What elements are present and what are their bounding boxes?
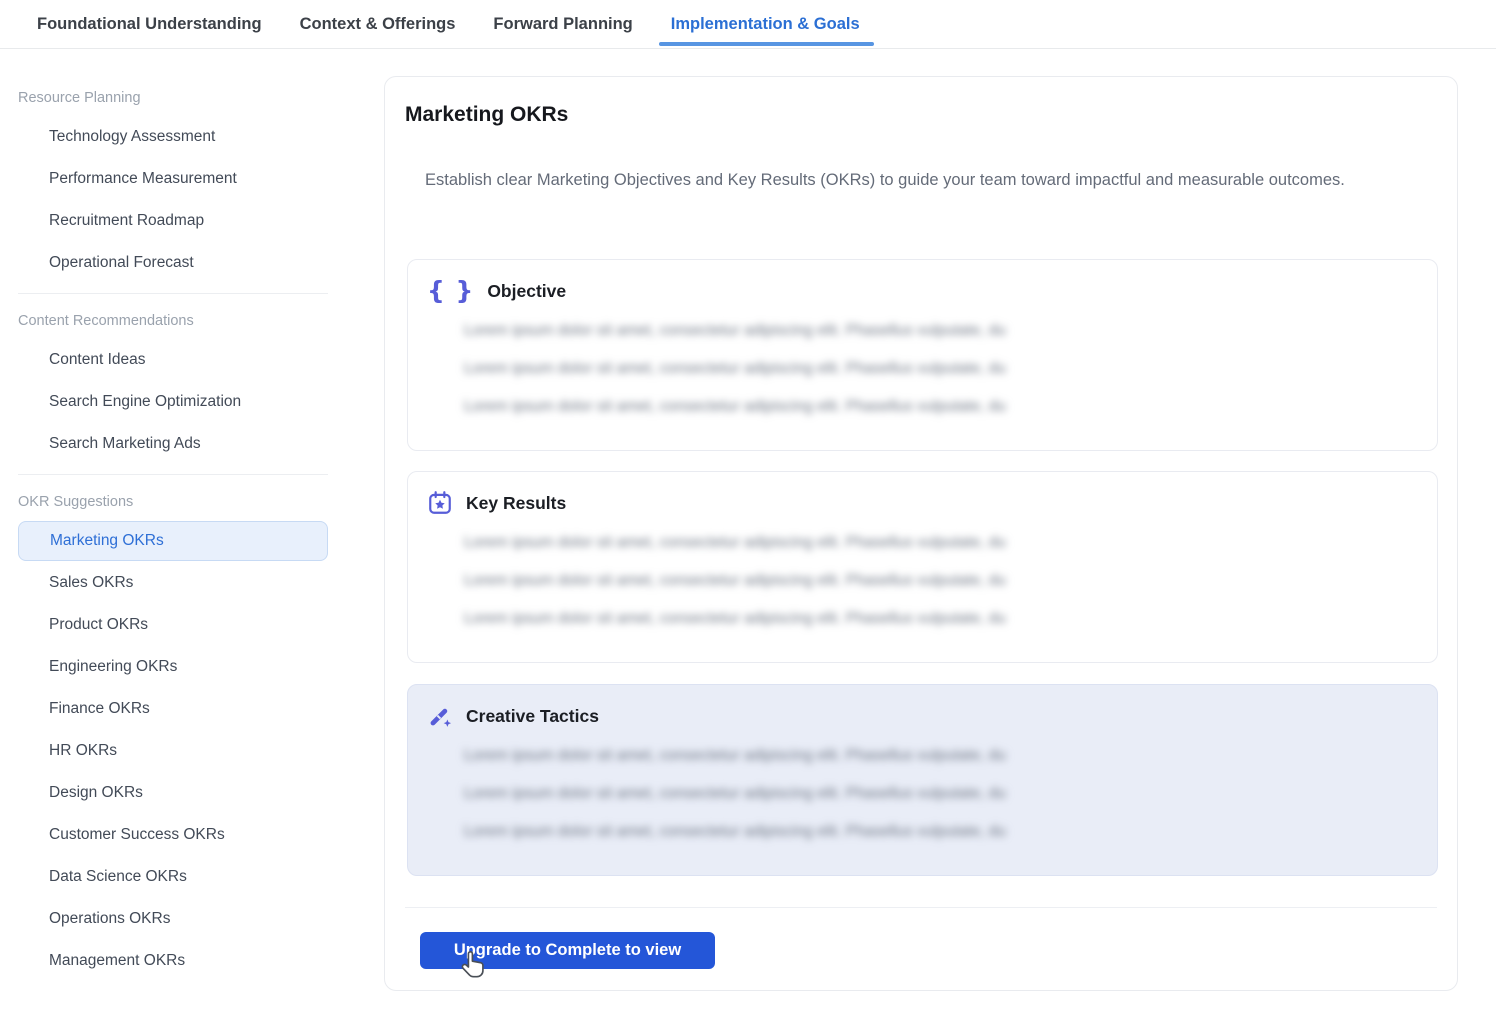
- sidebar: Resource Planning Technology Assessment …: [18, 80, 328, 982]
- screen: Foundational Understanding Context & Off…: [0, 0, 1496, 1012]
- panel-footer-divider: [405, 907, 1437, 908]
- blurred-text-line: Lorem ipsum dolor sit amet, consectetur …: [464, 610, 1186, 627]
- sidebar-item-operations-okrs[interactable]: Operations OKRs: [18, 898, 328, 940]
- sidebar-item-finance-okrs[interactable]: Finance OKRs: [18, 688, 328, 730]
- blurred-text-line: Lorem ipsum dolor sit amet, consectetur …: [464, 360, 1186, 377]
- tab-label: Context & Offerings: [300, 15, 456, 34]
- sidebar-item-data-science-okrs[interactable]: Data Science OKRs: [18, 856, 328, 898]
- upgrade-button[interactable]: Upgrade to Complete to view: [420, 932, 715, 969]
- card-header: Creative Tactics: [427, 703, 599, 729]
- blurred-text-line: Lorem ipsum dolor sit amet, consectetur …: [464, 398, 1186, 415]
- blurred-text-line: Lorem ipsum dolor sit amet, consectetur …: [464, 823, 1186, 840]
- sidebar-item-search-marketing-ads[interactable]: Search Marketing Ads: [18, 423, 328, 465]
- tab-context-offerings[interactable]: Context & Offerings: [300, 0, 456, 48]
- tab-label: Forward Planning: [493, 15, 632, 34]
- magic-pen-icon: [427, 703, 453, 729]
- card-header: Key Results: [427, 490, 566, 516]
- sidebar-divider: [18, 293, 328, 294]
- blurred-content: Lorem ipsum dolor sit amet, consectetur …: [464, 747, 1186, 861]
- sidebar-section-resource-planning: Resource Planning: [18, 80, 328, 116]
- sidebar-item-management-okrs[interactable]: Management OKRs: [18, 940, 328, 982]
- blurred-text-line: Lorem ipsum dolor sit amet, consectetur …: [464, 534, 1186, 551]
- blurred-text-line: Lorem ipsum dolor sit amet, consectetur …: [464, 572, 1186, 589]
- sidebar-item-performance-measurement[interactable]: Performance Measurement: [18, 158, 328, 200]
- sidebar-item-operational-forecast[interactable]: Operational Forecast: [18, 242, 328, 284]
- objective-card: { } Objective Lorem ipsum dolor sit amet…: [407, 259, 1438, 451]
- sidebar-section-content-recommendations: Content Recommendations: [18, 303, 328, 339]
- card-header: { } Objective: [427, 278, 566, 304]
- sidebar-item-content-ideas[interactable]: Content Ideas: [18, 339, 328, 381]
- sidebar-item-engineering-okrs[interactable]: Engineering OKRs: [18, 646, 328, 688]
- sidebar-item-design-okrs[interactable]: Design OKRs: [18, 772, 328, 814]
- blurred-text-line: Lorem ipsum dolor sit amet, consectetur …: [464, 785, 1186, 802]
- tab-forward-planning[interactable]: Forward Planning: [493, 0, 632, 48]
- page-description: Establish clear Marketing Objectives and…: [425, 165, 1365, 195]
- sidebar-item-product-okrs[interactable]: Product OKRs: [18, 604, 328, 646]
- tab-implementation-goals[interactable]: Implementation & Goals: [671, 0, 860, 48]
- top-tab-bar: Foundational Understanding Context & Off…: [0, 0, 1496, 49]
- sidebar-item-sales-okrs[interactable]: Sales OKRs: [18, 562, 328, 604]
- creative-tactics-card: Creative Tactics Lorem ipsum dolor sit a…: [407, 684, 1438, 876]
- tab-label: Foundational Understanding: [37, 15, 262, 34]
- active-tab-underline: [659, 42, 874, 46]
- tab-label: Implementation & Goals: [671, 15, 860, 34]
- sidebar-item-search-engine-optimization[interactable]: Search Engine Optimization: [18, 381, 328, 423]
- sidebar-section-okr-suggestions: OKR Suggestions: [18, 484, 328, 520]
- card-title-objective: Objective: [487, 281, 566, 302]
- card-title-creative-tactics: Creative Tactics: [466, 706, 599, 727]
- main-panel: Marketing OKRs Establish clear Marketing…: [384, 76, 1458, 991]
- blurred-text-line: Lorem ipsum dolor sit amet, consectetur …: [464, 322, 1186, 339]
- blurred-text-line: Lorem ipsum dolor sit amet, consectetur …: [464, 747, 1186, 764]
- blurred-content: Lorem ipsum dolor sit amet, consectetur …: [464, 534, 1186, 648]
- sidebar-item-recruitment-roadmap[interactable]: Recruitment Roadmap: [18, 200, 328, 242]
- sidebar-item-marketing-okrs[interactable]: Marketing OKRs: [18, 521, 328, 561]
- tab-foundational-understanding[interactable]: Foundational Understanding: [37, 0, 262, 48]
- card-title-key-results: Key Results: [466, 493, 566, 514]
- page-title: Marketing OKRs: [405, 103, 568, 127]
- sidebar-item-hr-okrs[interactable]: HR OKRs: [18, 730, 328, 772]
- sidebar-item-technology-assessment[interactable]: Technology Assessment: [18, 116, 328, 158]
- curly-braces-icon: { }: [427, 278, 474, 304]
- key-results-card: Key Results Lorem ipsum dolor sit amet, …: [407, 471, 1438, 663]
- calendar-star-icon: [427, 490, 453, 516]
- sidebar-divider: [18, 474, 328, 475]
- blurred-content: Lorem ipsum dolor sit amet, consectetur …: [464, 322, 1186, 436]
- sidebar-item-customer-success-okrs[interactable]: Customer Success OKRs: [18, 814, 328, 856]
